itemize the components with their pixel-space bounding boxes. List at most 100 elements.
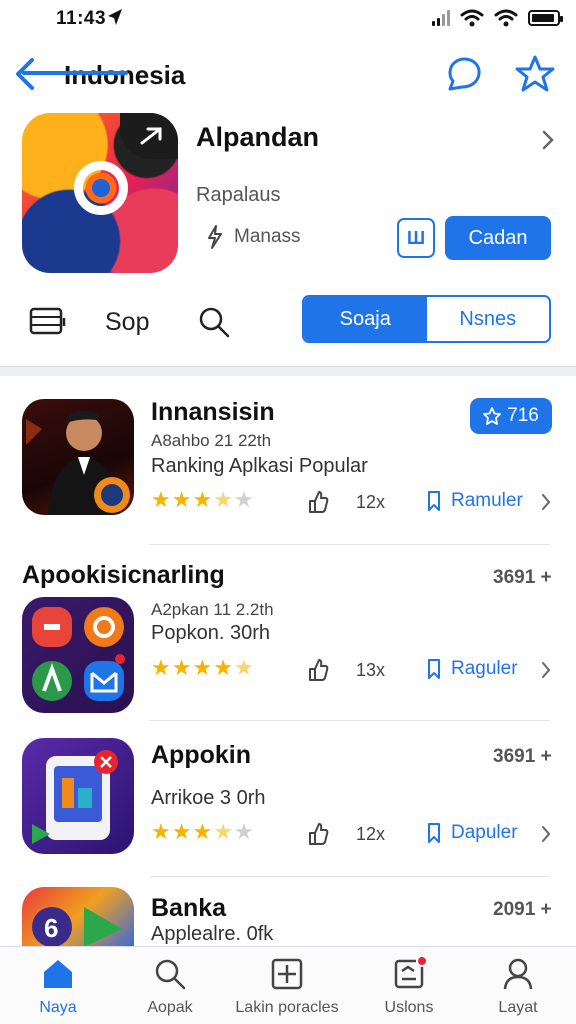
star-icon: ★ [171, 819, 193, 844]
svg-text:6: 6 [44, 913, 58, 943]
tab-search[interactable]: Aopak [138, 957, 202, 1017]
status-bar: 11:43 [0, 0, 576, 40]
chevron-right-icon[interactable] [540, 493, 552, 511]
category-link[interactable]: Dapuler [425, 822, 518, 844]
download-count: 3691 + [493, 746, 552, 767]
tab-label: Lakin poracles [235, 999, 339, 1016]
status-time: 11:43 [56, 8, 107, 29]
list-item-description: Popkon. 30rh [151, 622, 270, 644]
developer-icon [208, 225, 222, 249]
app-developer: Manass [234, 226, 301, 247]
tab-profile[interactable]: Layat [490, 957, 546, 1017]
search-icon [155, 959, 186, 990]
star-icon: ★ [171, 655, 193, 680]
star-icon: ★ [233, 819, 255, 844]
star-icon: ★ [213, 655, 234, 680]
wifi-icon [460, 9, 484, 27]
like-count: 12x [356, 492, 386, 512]
star-rating: ★★★★★ [151, 655, 255, 681]
list-item-title: Appokin [151, 741, 251, 769]
download-count: 2091 + [493, 899, 552, 920]
tag-icon [428, 659, 440, 679]
star-badge-icon [483, 407, 502, 425]
cellular-signal-icon [432, 10, 450, 26]
thumbs-up-icon[interactable] [307, 658, 329, 682]
grid-plus-icon [271, 958, 303, 990]
chat-bubble-icon[interactable] [444, 54, 484, 94]
list-item-icon[interactable]: 6 [22, 887, 134, 947]
category-link-label: Raguler [451, 658, 518, 679]
notification-badge [416, 955, 428, 967]
chevron-right-icon[interactable] [540, 825, 552, 843]
get-button[interactable]: Cadan [445, 216, 551, 260]
section-heading: Apookisicnarling [22, 561, 225, 589]
category-link[interactable]: Ramuler [425, 490, 523, 512]
star-icon: ★ [233, 487, 255, 512]
tab-updates[interactable]: Uslons [374, 955, 444, 1017]
list-icon[interactable] [28, 304, 68, 338]
tab-home[interactable]: Naya [28, 957, 88, 1017]
tag-icon [428, 491, 440, 511]
location-arrow-icon [108, 9, 122, 25]
home-icon [44, 960, 72, 988]
segmented-control: Soaja Nsnes [302, 295, 551, 343]
row-divider [150, 720, 550, 721]
like-count: 13x [356, 660, 386, 680]
app-icon-ring [74, 161, 128, 215]
app-grid-icon [32, 607, 125, 701]
row-divider [150, 544, 550, 545]
tab-label: Aopak [147, 999, 193, 1016]
category-link[interactable]: Raguler [425, 658, 518, 680]
list-item-icon[interactable] [22, 597, 134, 713]
section-divider [0, 366, 576, 376]
list-item-icon[interactable] [22, 399, 134, 515]
bottom-tab-bar: Naya Aopak Lakin poracles Uslons Layat [0, 946, 576, 1024]
star-icon: ★ [192, 655, 214, 680]
tab-label: Uslons [384, 999, 434, 1016]
category-link-label: Dapuler [451, 822, 518, 843]
tab-apps[interactable]: Lakin poracles [232, 957, 342, 1017]
search-icon[interactable] [198, 306, 230, 338]
star-icon: ★ [192, 487, 214, 512]
segment-first[interactable]: Soaja [304, 297, 427, 341]
battery-icon [528, 10, 563, 26]
star-icon: ★ [213, 487, 234, 512]
star-icon: ★ [171, 487, 193, 512]
star-icon: ★ [192, 819, 214, 844]
star-icon: ★ [151, 487, 172, 512]
list-item-title: Innansisin [151, 398, 275, 426]
star-icon: ★ [151, 819, 172, 844]
star-outline-icon[interactable] [515, 54, 555, 94]
row-divider [150, 876, 550, 877]
tab-label[interactable]: Sop [105, 308, 149, 337]
active-tab-indicator [22, 71, 128, 75]
section-count: 3691 + [493, 567, 552, 588]
tag-icon [428, 823, 440, 843]
thumbs-up-icon[interactable] [307, 822, 329, 846]
app-icon [22, 113, 178, 273]
like-count: 12x [356, 824, 386, 844]
star-rating: ★★★★★ [151, 819, 255, 845]
page-title: Indonesia [64, 60, 186, 90]
category-link-label: Ramuler [451, 490, 523, 511]
arrow-icon [140, 127, 162, 145]
chevron-right-icon[interactable] [540, 128, 556, 152]
share-square-button[interactable]: Ш [397, 218, 435, 258]
segment-second[interactable]: Nsnes [426, 297, 549, 341]
list-item-title: Banka [151, 894, 227, 922]
list-item-meta: A2pkan 11 2.2th [151, 600, 274, 619]
rank-badge-value: 716 [507, 405, 539, 426]
tab-label: Naya [39, 999, 77, 1016]
bank-app-icon: 6 [32, 907, 122, 947]
list-item-description: Arrikoe 3 0rh [151, 787, 266, 809]
star-icon: ★ [233, 655, 255, 680]
thumbs-up-icon[interactable] [307, 490, 329, 514]
person-portrait-icon [26, 410, 130, 515]
chevron-right-icon[interactable] [540, 661, 552, 679]
list-item-description: Ranking Aplkasi Popular [151, 455, 368, 477]
person-icon [503, 958, 533, 990]
rank-badge[interactable]: 716 [470, 398, 552, 434]
list-item-icon[interactable] [22, 738, 134, 854]
tab-label: Layat [498, 999, 538, 1016]
star-icon: ★ [151, 655, 172, 680]
